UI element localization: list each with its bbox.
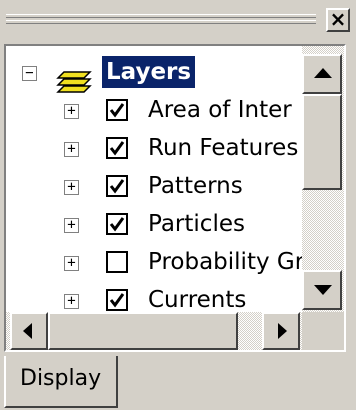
checkmark-icon bbox=[109, 293, 125, 308]
layer-visibility-checkbox[interactable] bbox=[106, 175, 128, 197]
close-button[interactable]: × bbox=[326, 8, 350, 32]
expand-icon[interactable]: + bbox=[64, 218, 79, 233]
tree-root-row[interactable]: − Layers bbox=[6, 56, 302, 93]
horizontal-scroll-thumb[interactable] bbox=[48, 312, 238, 350]
arrow-left-icon bbox=[23, 323, 32, 339]
expand-icon[interactable]: + bbox=[64, 294, 79, 309]
grip-line-bottom bbox=[6, 20, 316, 24]
layer-tree: − Layers + Area of Inter + Run Features bbox=[6, 46, 302, 312]
vertical-scrollbar[interactable] bbox=[302, 46, 344, 312]
layer-row-currents[interactable]: + Currents bbox=[6, 284, 302, 312]
layer-visibility-checkbox[interactable] bbox=[106, 289, 128, 311]
layers-icon bbox=[56, 71, 92, 93]
close-icon: × bbox=[329, 7, 347, 31]
layer-label[interactable]: Particles bbox=[148, 210, 245, 238]
expand-icon[interactable]: + bbox=[64, 180, 79, 195]
arrow-down-icon bbox=[314, 285, 332, 295]
layer-row-area-of-interest[interactable]: + Area of Inter bbox=[6, 94, 302, 130]
layer-visibility-checkbox[interactable] bbox=[106, 251, 128, 273]
horizontal-scrollbar[interactable] bbox=[6, 312, 302, 350]
checkmark-icon bbox=[109, 141, 125, 156]
checkmark-icon bbox=[109, 103, 125, 118]
scroll-down-button[interactable] bbox=[302, 270, 342, 310]
layer-label[interactable]: Currents bbox=[148, 286, 246, 312]
expand-icon[interactable]: + bbox=[64, 104, 79, 119]
expand-icon[interactable]: + bbox=[64, 256, 79, 271]
layer-label[interactable]: Run Features bbox=[148, 134, 298, 162]
arrow-up-icon bbox=[314, 68, 332, 78]
vertical-scroll-thumb[interactable] bbox=[302, 94, 342, 190]
layer-row-patterns[interactable]: + Patterns bbox=[6, 170, 302, 206]
layer-visibility-checkbox[interactable] bbox=[106, 213, 128, 235]
panel-title-bar[interactable]: × bbox=[0, 0, 356, 40]
layer-visibility-checkbox[interactable] bbox=[106, 99, 128, 121]
layer-row-probability-grid[interactable]: + Probability Gr bbox=[6, 246, 302, 282]
layer-row-run-features[interactable]: + Run Features bbox=[6, 132, 302, 168]
grip-line-top bbox=[6, 14, 316, 18]
collapse-icon[interactable]: − bbox=[22, 66, 37, 81]
tab-label: Display bbox=[20, 366, 102, 391]
checkmark-icon bbox=[109, 217, 125, 232]
scroll-up-button[interactable] bbox=[302, 54, 342, 94]
scroll-right-button[interactable] bbox=[262, 312, 300, 350]
scrollbar-corner bbox=[302, 312, 344, 350]
layer-label[interactable]: Probability Gr bbox=[148, 248, 302, 276]
table-of-contents-panel: − Layers + Area of Inter + Run Features bbox=[4, 44, 346, 352]
layer-visibility-checkbox[interactable] bbox=[106, 137, 128, 159]
scroll-left-button[interactable] bbox=[10, 312, 48, 350]
layer-row-particles[interactable]: + Particles bbox=[6, 208, 302, 244]
root-label-layers[interactable]: Layers bbox=[102, 56, 196, 88]
layer-label[interactable]: Area of Inter bbox=[148, 96, 292, 124]
layer-label[interactable]: Patterns bbox=[148, 172, 243, 200]
expand-icon[interactable]: + bbox=[64, 142, 79, 157]
arrow-right-icon bbox=[278, 323, 287, 339]
checkmark-icon bbox=[109, 179, 125, 194]
tab-display[interactable]: Display bbox=[4, 356, 118, 408]
